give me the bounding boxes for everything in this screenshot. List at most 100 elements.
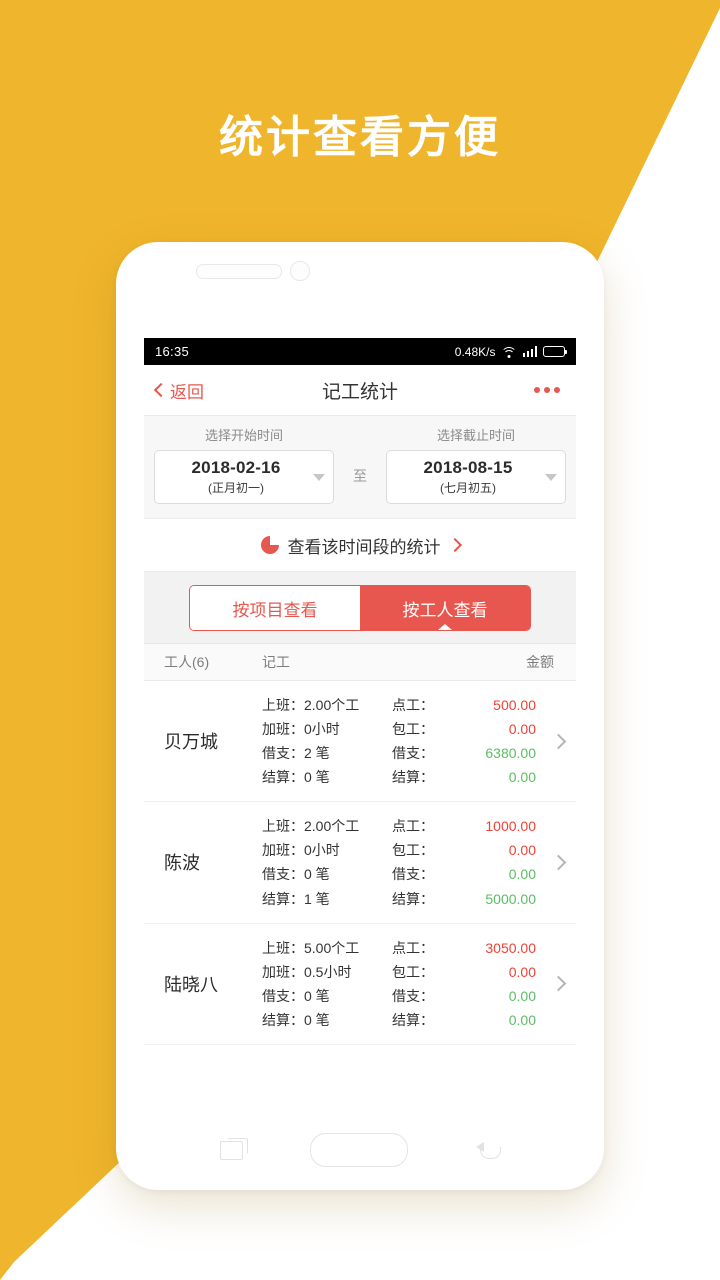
worker-name: 陈波 — [164, 853, 200, 874]
amount-line: 包工： 0.00 — [392, 838, 536, 862]
status-bar: 16:35 0.48K/s — [144, 338, 576, 365]
phone-front-camera — [290, 261, 310, 281]
record-line: 上班：2.00个工 — [262, 697, 360, 713]
end-date-lunar: (七月初五) — [440, 481, 496, 495]
amount-value: 0.00 — [508, 963, 536, 980]
table-row[interactable]: 陆晓八 上班：5.00个工 加班：0.5小时 借支：0 笔结算：0 笔 点工： 3050.… — [144, 923, 576, 1045]
back-button-label: 返回 — [170, 382, 204, 402]
amount-line: 包工： 0.00 — [392, 717, 536, 741]
table-row[interactable]: 贝万城 上班：2.00个工 加班：0小时 借支：2 笔结算：0 笔点工： 500.00 包… — [144, 681, 576, 803]
amount-value: 6380.00 — [485, 745, 536, 762]
record-line: 上班：5.00个工 — [262, 939, 360, 956]
tab-by-project[interactable]: 按项目查看 — [190, 586, 360, 630]
worker-records: 上班：2.00个工 加班：0小时 借支：0 笔结算：1 笔 — [262, 814, 392, 910]
column-header-worker: 工人(6) — [164, 654, 210, 670]
start-date-value: 2018-02-16 — [191, 458, 281, 477]
wifi-icon — [501, 346, 517, 358]
worker-records: 上班：2.00个工 加班：0小时 借支：2 笔结算：0 笔 — [262, 693, 392, 789]
record-line: 借支：0 笔 — [262, 987, 330, 1004]
phone-screen: 16:35 0.48K/s 返回 记工统计 选择开始时间 2018-02-16 … — [144, 338, 576, 1110]
worker-list: 贝万城 上班：2.00个工 加班：0小时 借支：2 笔结算：0 笔点工： 500.00 包… — [144, 681, 576, 1045]
amount-label: 结算： — [392, 890, 434, 907]
pie-chart-icon — [260, 536, 279, 554]
record-line: 借支：0 笔 — [262, 866, 330, 883]
amount-line: 包工： 0.00 — [392, 960, 536, 984]
promo-headline: 统计查看方便 — [219, 113, 501, 162]
record-line: 结算：0 笔 — [262, 1011, 330, 1028]
network-speed-label: 0.48K/s — [454, 344, 496, 359]
record-line: 上班：2.00个工 — [262, 818, 360, 835]
more-dots-icon[interactable] — [534, 387, 576, 393]
page-title: 记工统计 — [321, 381, 398, 403]
column-header-amount: 金额 — [526, 654, 554, 670]
date-range-section: 选择开始时间 2018-02-16 (正月初一) 至 选择截止时间 2018-0… — [144, 416, 576, 519]
worker-name: 陆晓八 — [164, 974, 218, 995]
record-line: 加班：0.5小时 — [262, 963, 352, 980]
amount-line: 结算： 0.00 — [392, 1008, 536, 1032]
chevron-left-icon — [153, 382, 169, 398]
amount-value: 0.00 — [508, 987, 536, 1004]
amount-label: 借支： — [392, 745, 434, 762]
amount-value: 5000.00 — [485, 890, 536, 907]
chevron-right-icon — [550, 854, 566, 871]
amount-line: 借支： 6380.00 — [392, 741, 536, 765]
row-chevron — [540, 854, 576, 871]
start-date-picker[interactable]: 2018-02-16 (正月初一) — [154, 450, 334, 504]
amount-value: 3050.00 — [485, 939, 536, 956]
chevron-down-icon — [545, 473, 557, 481]
view-period-statistics-label: 查看该时间段的统计 — [287, 537, 441, 557]
worker-name: 贝万城 — [164, 732, 218, 753]
amount-value: 0.00 — [508, 1011, 536, 1028]
start-date-column: 选择开始时间 2018-02-16 (正月初一) — [154, 425, 334, 504]
back-button[interactable]: 返回 — [144, 378, 204, 403]
amount-label: 借支： — [392, 987, 434, 1004]
signal-icon — [522, 346, 537, 357]
start-date-lunar: (正月初一) — [208, 481, 264, 495]
tab-by-worker[interactable]: 按工人查看 — [360, 586, 530, 630]
amount-label: 结算： — [392, 1011, 434, 1028]
amount-line: 点工： 1000.00 — [392, 814, 536, 838]
amount-label: 包工： — [392, 963, 434, 980]
amount-label: 点工： — [392, 939, 434, 956]
view-period-statistics-link[interactable]: 查看该时间段的统计 — [144, 519, 576, 572]
column-header-record: 记工 — [262, 654, 290, 670]
amount-label: 包工： — [392, 842, 434, 859]
amount-label: 包工： — [392, 721, 434, 738]
amount-value: 0.00 — [508, 866, 536, 883]
amount-line: 借支： 0.00 — [392, 862, 536, 886]
battery-icon — [543, 346, 567, 357]
amount-line: 点工： 500.00 — [392, 693, 536, 717]
record-line: 借支：2 笔 — [262, 745, 330, 762]
record-line: 结算：1 笔 — [262, 890, 330, 907]
back-icon[interactable] — [476, 1141, 502, 1159]
row-chevron — [540, 976, 576, 992]
amount-value: 0.00 — [508, 842, 536, 859]
row-chevron — [540, 733, 576, 749]
amount-value: 1000.00 — [485, 818, 536, 835]
amount-value: 0.00 — [508, 721, 536, 738]
chevron-right-icon — [550, 733, 566, 749]
status-time: 16:35 — [155, 344, 190, 359]
end-date-picker[interactable]: 2018-08-15 (七月初五) — [386, 450, 566, 504]
amount-label: 结算： — [392, 769, 434, 786]
worker-amounts: 点工： 500.00 包工： 0.00 借支： 6380.00 结算： 0.00 — [392, 693, 540, 789]
worker-amounts: 点工： 3050.00 包工： 0.00 借支： 0.00 结算： 0.00 — [392, 936, 540, 1032]
amount-value: 500.00 — [493, 697, 536, 713]
amount-label: 借支： — [392, 866, 434, 883]
end-date-column: 选择截止时间 2018-08-15 (七月初五) — [386, 425, 566, 504]
home-icon[interactable] — [310, 1133, 409, 1167]
recents-icon[interactable] — [219, 1137, 248, 1160]
active-tab-arrow-icon — [438, 624, 452, 630]
record-line: 加班：0小时 — [262, 842, 340, 859]
table-header: 工人(6) 记工 金额 — [144, 644, 576, 681]
table-row[interactable]: 陈波 上班：2.00个工 加班：0小时 借支：0 笔结算：1 笔点工： 1000.00 包… — [144, 802, 576, 924]
amount-line: 结算： 0.00 — [392, 765, 536, 789]
end-date-label: 选择截止时间 — [436, 428, 515, 443]
view-mode-toolbar: 按项目查看 按工人查看 — [144, 572, 576, 644]
record-line: 加班：0小时 — [262, 721, 340, 738]
phone-speaker-grille — [196, 264, 282, 279]
phone-navigation-bar — [116, 1110, 604, 1190]
tab-by-worker-label: 按工人查看 — [402, 600, 488, 620]
amount-line: 点工： 3050.00 — [392, 936, 536, 960]
view-mode-segmented-control: 按项目查看 按工人查看 — [189, 585, 531, 631]
